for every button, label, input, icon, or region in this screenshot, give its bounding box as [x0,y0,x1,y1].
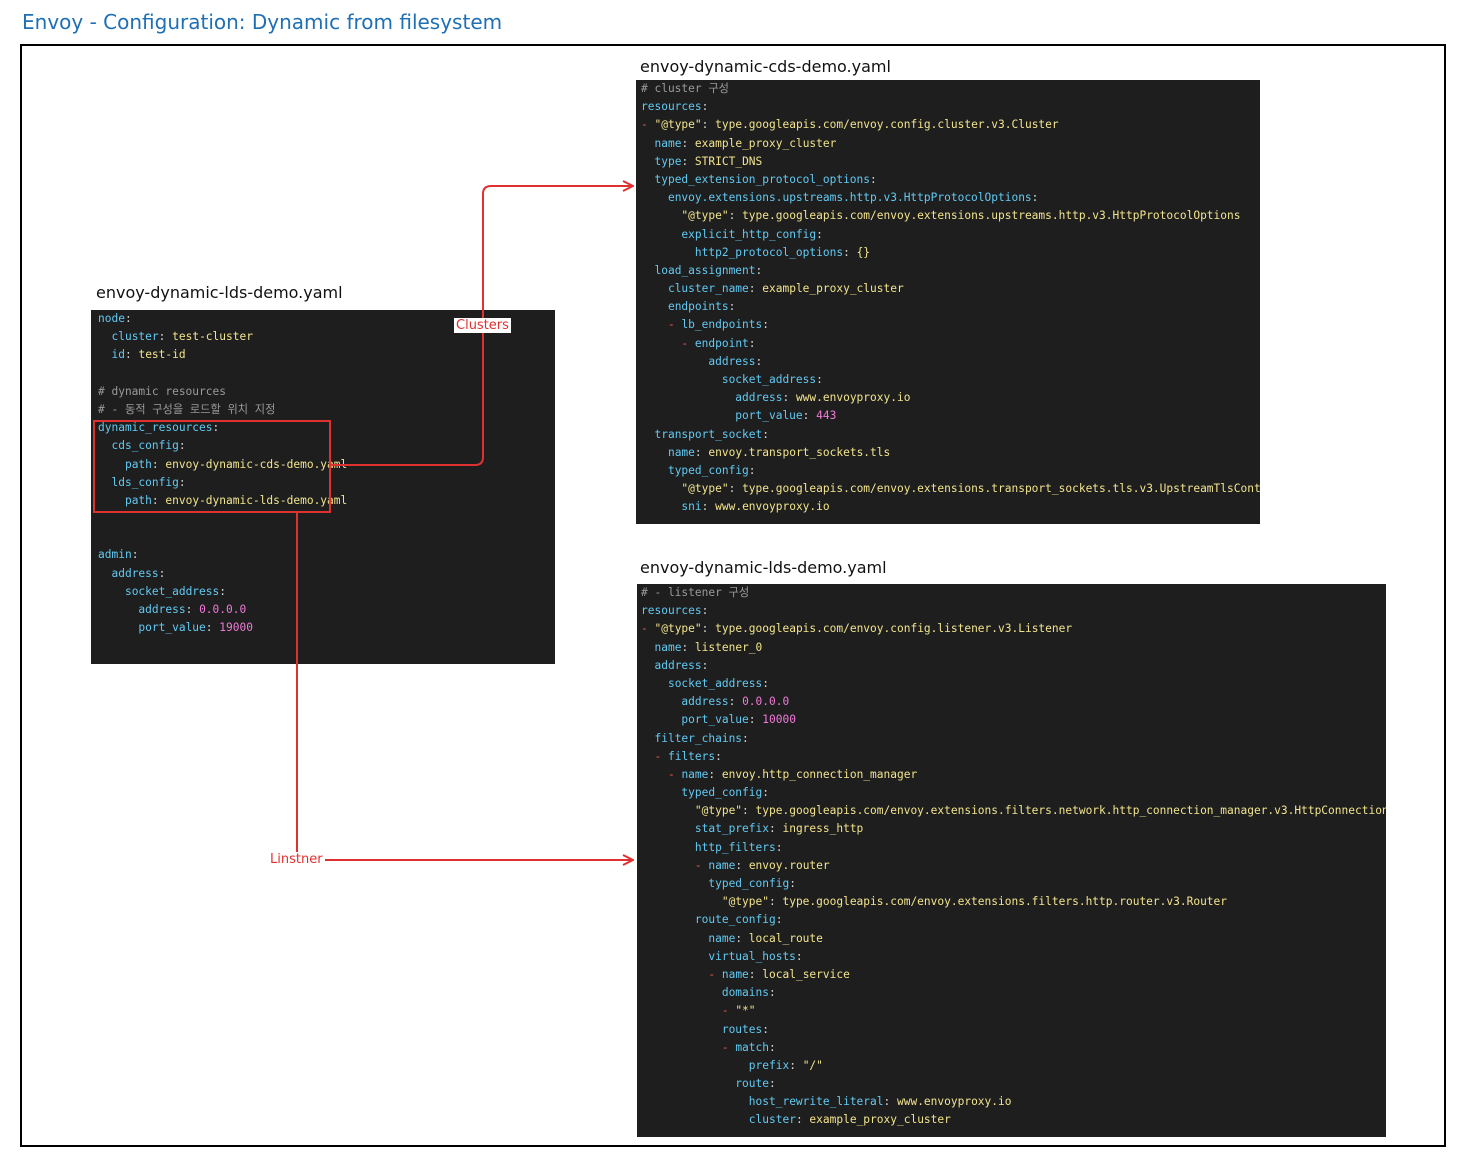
connector-layer [93,0,1467,1165]
listener-connector-label: Linstner [268,852,325,867]
dynamic-resources-highlight [93,420,331,513]
clusters-connector-label: Clusters [454,318,511,333]
listener-connector [296,512,633,860]
